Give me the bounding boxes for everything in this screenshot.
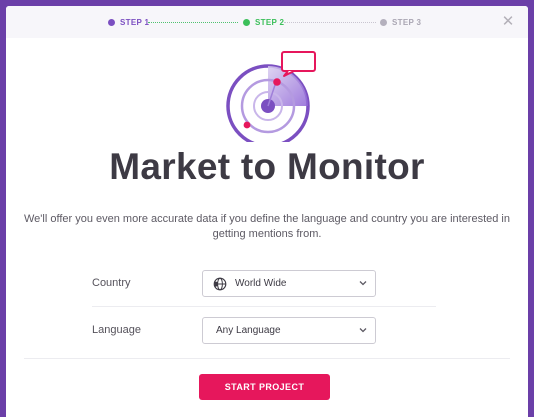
chevron-down-icon: [359, 281, 367, 286]
page-description: We'll offer you even more accurate data …: [24, 213, 510, 240]
step-2-label: STEP 2: [255, 17, 285, 27]
modal: STEP 1 STEP 2 STEP 3 ✕ Market to Monitor…: [6, 6, 528, 417]
step-2: STEP 2: [243, 16, 284, 28]
country-row: Country World Wide: [92, 260, 436, 307]
language-row: Language Any Language: [92, 307, 436, 353]
step-connector: [148, 22, 238, 23]
language-select[interactable]: Any Language: [202, 317, 376, 344]
country-label: Country: [92, 277, 131, 289]
divider: [24, 358, 510, 359]
language-select-value: Any Language: [216, 325, 281, 336]
chevron-down-icon: [359, 328, 367, 333]
close-icon: ✕: [501, 13, 515, 30]
step-progress-bar: STEP 1 STEP 2 STEP 3 ✕: [6, 6, 528, 38]
step-3-dot: [380, 18, 387, 26]
step-1-dot: [108, 18, 115, 26]
globe-icon: [213, 277, 227, 290]
close-button[interactable]: ✕: [498, 11, 518, 31]
step-3: STEP 3: [380, 16, 421, 28]
step-2-dot: [243, 18, 250, 26]
language-label: Language: [92, 324, 141, 336]
step-3-label: STEP 3: [392, 17, 422, 27]
country-select[interactable]: World Wide: [202, 270, 376, 297]
page-title: Market to Monitor: [109, 146, 425, 187]
start-project-button[interactable]: START PROJECT: [199, 374, 330, 400]
step-1: STEP 1: [108, 16, 149, 28]
step-connector: [284, 22, 376, 23]
radar-monitor-icon: [226, 51, 316, 142]
step-1-label: STEP 1: [120, 17, 150, 27]
country-select-value: World Wide: [235, 278, 287, 289]
